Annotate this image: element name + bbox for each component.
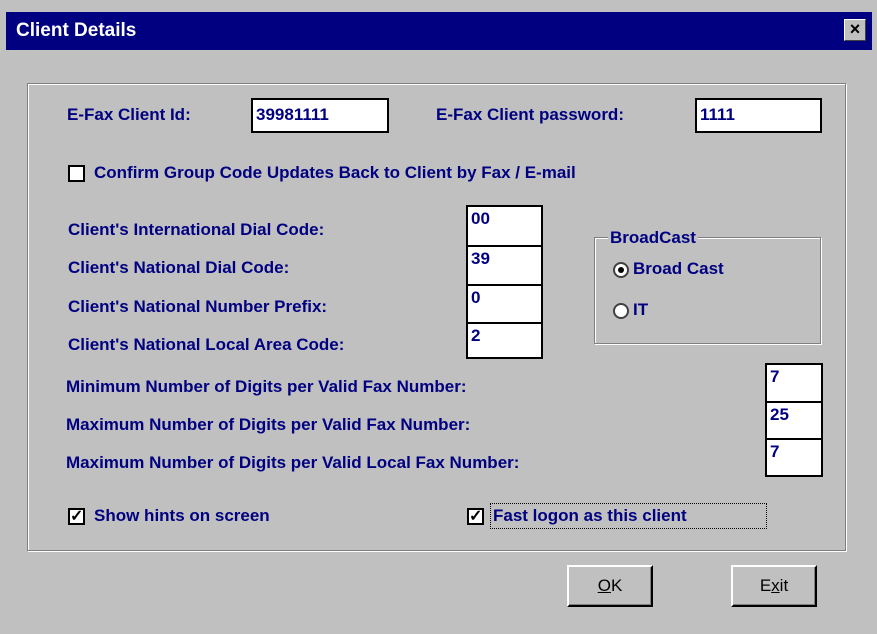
title-bar[interactable]: Client Details × xyxy=(6,12,872,50)
exit-label-rest: it xyxy=(779,576,789,595)
min-digits-label: Minimum Number of Digits per Valid Fax N… xyxy=(66,377,467,396)
confirm-updates-label[interactable]: Confirm Group Code Updates Back to Clien… xyxy=(94,163,576,183)
max-local-digits-input[interactable]: 7 xyxy=(765,438,823,477)
check-icon: ✓ xyxy=(469,508,483,525)
client-id-input[interactable]: 39981111 xyxy=(251,98,389,133)
ok-mnemonic: O xyxy=(597,576,611,595)
national-dial-code-input[interactable]: 39 xyxy=(466,245,543,285)
local-area-code-label: Client's National Local Area Code: xyxy=(68,335,345,354)
radio-selected-dot xyxy=(618,267,624,273)
max-local-digits-label: Maximum Number of Digits per Valid Local… xyxy=(66,453,520,472)
it-radio-label[interactable]: IT xyxy=(633,300,648,320)
exit-mnemonic: x xyxy=(771,576,780,595)
max-digits-input[interactable]: 25 xyxy=(765,401,823,439)
ok-button[interactable]: OK xyxy=(567,565,653,607)
client-password-label: E-Fax Client password: xyxy=(436,105,624,124)
show-hints-label[interactable]: Show hints on screen xyxy=(94,506,270,526)
client-password-input[interactable]: 1111 xyxy=(695,98,822,133)
local-area-code-input[interactable]: 2 xyxy=(466,322,543,359)
it-radio[interactable] xyxy=(613,303,629,319)
national-number-prefix-input[interactable]: 0 xyxy=(466,284,543,323)
check-icon: ✓ xyxy=(70,508,84,525)
confirm-updates-checkbox[interactable] xyxy=(68,165,85,182)
national-dial-code-label: Client's National Dial Code: xyxy=(68,258,290,277)
ok-label-rest: K xyxy=(610,576,623,595)
national-number-prefix-label: Client's National Number Prefix: xyxy=(68,297,328,316)
min-digits-input[interactable]: 7 xyxy=(765,363,823,402)
broadcast-group xyxy=(594,237,821,344)
window-title: Client Details xyxy=(16,20,137,41)
show-hints-checkbox[interactable]: ✓ xyxy=(68,508,85,525)
max-digits-label: Maximum Number of Digits per Valid Fax N… xyxy=(66,415,471,434)
broadcast-radio[interactable] xyxy=(613,262,629,278)
broadcast-group-label: BroadCast xyxy=(608,228,698,248)
broadcast-radio-label[interactable]: Broad Cast xyxy=(633,259,724,279)
international-dial-code-label: Client's International Dial Code: xyxy=(68,220,325,239)
close-icon: × xyxy=(849,19,861,39)
exit-button[interactable]: Exit xyxy=(731,565,817,607)
international-dial-code-input[interactable]: 00 xyxy=(466,205,543,246)
exit-label-start: E xyxy=(759,576,772,595)
close-button[interactable]: × xyxy=(844,19,866,41)
client-id-label: E-Fax Client Id: xyxy=(67,105,191,124)
fast-logon-label[interactable]: Fast logon as this client xyxy=(493,506,687,526)
client-details-dialog: Client Details × E-Fax Client Id: 399811… xyxy=(0,0,877,634)
fast-logon-checkbox[interactable]: ✓ xyxy=(467,508,484,525)
